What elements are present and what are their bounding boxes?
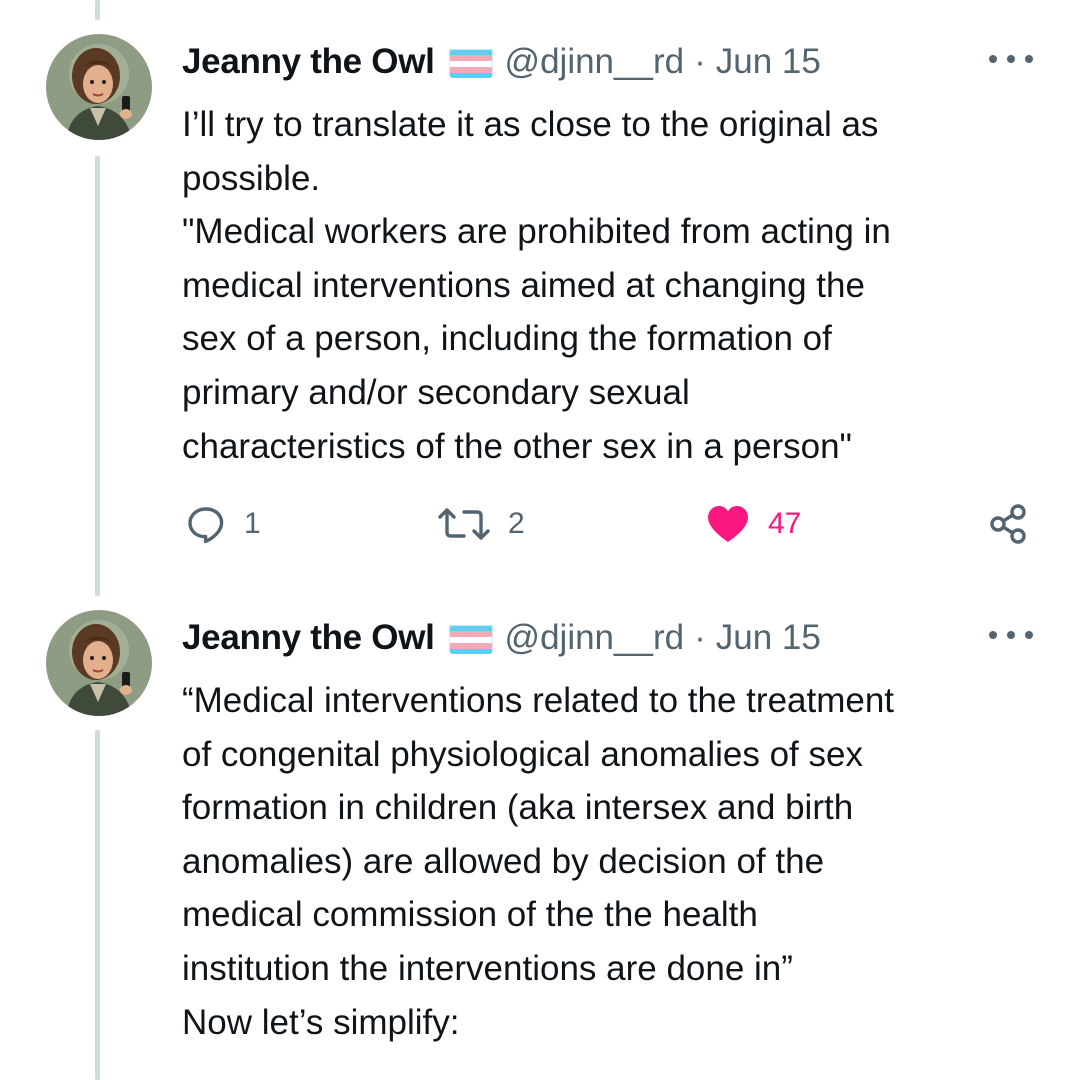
tweet-text-line: Now let’s simplify:	[182, 1002, 460, 1042]
tweet-text: “Medical interventions related to the tr…	[182, 674, 1042, 1049]
author-name[interactable]: Jeanny the Owl	[182, 42, 435, 82]
heart-icon	[708, 506, 748, 542]
tweet-date[interactable]: Jun 15	[716, 42, 821, 82]
tweet-header: Jeanny the Owl @djinn__rd · Jun 15	[182, 38, 821, 86]
more-icon[interactable]	[986, 628, 1036, 642]
author-name[interactable]: Jeanny the Owl	[182, 618, 435, 658]
share-icon	[990, 504, 1026, 544]
author-avatar[interactable]	[46, 34, 152, 140]
transgender-flag-icon	[448, 624, 493, 654]
avatar-illustration	[46, 34, 152, 140]
tweet-text: I’ll try to translate it as close to the…	[182, 98, 1042, 473]
tweet-text-line: formation in children (aka intersex and …	[182, 788, 854, 828]
tweet-text-line: medical commission of the the health	[182, 895, 758, 935]
tweet-text-line: institution the interventions are done i…	[182, 948, 793, 988]
share-button[interactable]	[988, 494, 1030, 554]
author-avatar[interactable]	[46, 610, 152, 716]
author-handle[interactable]: @djinn__rd	[505, 618, 685, 658]
tweet-text-line: sex of a person, including the formation…	[182, 319, 832, 359]
retweet-button[interactable]: 2	[438, 494, 525, 554]
retweet-icon	[438, 508, 490, 540]
header-separator: ·	[694, 618, 706, 657]
tweet-text-line: I’ll try to translate it as close to the…	[182, 105, 879, 144]
retweet-count: 2	[508, 507, 525, 540]
thread-line-bottom	[95, 730, 100, 1080]
header-separator: ·	[694, 42, 706, 81]
tweet-text-line: of congenital physiological anomalies of…	[182, 734, 863, 774]
reply-icon	[188, 507, 224, 544]
tweet-text-line: "Medical workers are prohibited from act…	[182, 212, 891, 252]
tweet-text-line: anomalies) are allowed by decision of th…	[182, 841, 825, 881]
tweet-header: Jeanny the Owl @djinn__rd · Jun 15	[182, 614, 821, 662]
tweet-text-line: possible.	[182, 158, 321, 198]
reply-button[interactable]: 1	[186, 494, 261, 554]
thread-line-top	[95, 0, 100, 20]
transgender-flag-icon	[448, 48, 493, 78]
tweet-text-line: “Medical interventions related to the tr…	[182, 681, 895, 720]
tweet-text-line: primary and/or secondary sexual	[182, 372, 690, 412]
author-handle[interactable]: @djinn__rd	[505, 42, 685, 82]
reply-count: 1	[244, 507, 261, 540]
tweet-text-line: characteristics of the other sex in a pe…	[182, 426, 852, 466]
avatar-illustration	[46, 610, 152, 716]
more-icon[interactable]	[986, 52, 1036, 66]
like-count: 47	[768, 507, 802, 540]
like-button[interactable]: 47	[706, 494, 801, 554]
tweet-text-line: medical interventions aimed at changing …	[182, 265, 865, 305]
tweet-actions: 1 2 47	[182, 494, 1042, 554]
tweet-date[interactable]: Jun 15	[716, 618, 821, 658]
thread-line-middle	[95, 156, 100, 596]
